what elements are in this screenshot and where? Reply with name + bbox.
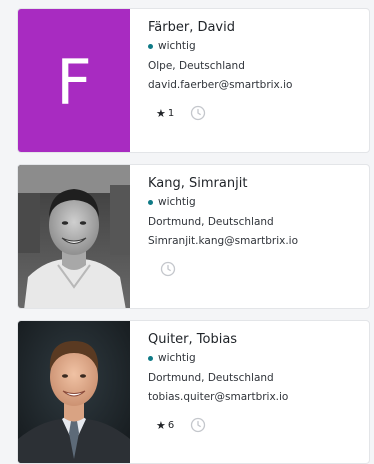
rating-badge: ★ 6	[156, 419, 174, 432]
contact-name[interactable]: Färber, David	[148, 19, 363, 37]
contact-list: F Färber, David wichtig Olpe, Deutschlan…	[0, 0, 374, 464]
contact-email[interactable]: tobias.quiter@smartbrix.io	[148, 389, 363, 406]
contact-tag: wichtig	[148, 38, 363, 54]
clock-icon[interactable]	[160, 261, 176, 277]
contact-info: Kang, Simranjit wichtig Dortmund, Deutsc…	[148, 175, 363, 278]
contact-info: Quiter, Tobias wichtig Dortmund, Deutsch…	[148, 331, 363, 434]
contact-name[interactable]: Kang, Simranjit	[148, 175, 363, 193]
rating-value: 1	[167, 107, 175, 119]
tag-dot-icon	[148, 199, 153, 205]
contact-info: Färber, David wichtig Olpe, Deutschland …	[148, 19, 363, 122]
star-icon: ★	[156, 106, 166, 120]
avatar	[18, 165, 130, 308]
contact-tag-label: wichtig	[158, 196, 196, 208]
contact-location: Olpe, Deutschland	[148, 60, 245, 72]
tag-dot-icon	[148, 355, 153, 361]
clock-icon[interactable]	[190, 417, 206, 433]
star-icon: ★	[156, 418, 166, 432]
avatar-photo	[18, 321, 130, 463]
contact-email[interactable]: Simranjit.kang@smartbrix.io	[148, 233, 363, 250]
contact-meta: ★ 1	[148, 104, 363, 122]
clock-icon[interactable]	[190, 105, 206, 121]
avatar-initial: F	[56, 45, 92, 119]
avatar	[18, 321, 130, 463]
contact-meta	[148, 260, 363, 278]
contact-tag-label: wichtig	[158, 40, 196, 52]
contact-location: Dortmund, Deutschland	[148, 372, 274, 384]
contact-tag: wichtig	[148, 350, 363, 366]
contact-meta: ★ 6	[148, 416, 363, 434]
rating-badge: ★ 1	[156, 107, 174, 120]
avatar: F	[18, 9, 130, 152]
tag-dot-icon	[148, 43, 153, 49]
contact-card[interactable]: Quiter, Tobias wichtig Dortmund, Deutsch…	[17, 320, 370, 464]
contact-location: Dortmund, Deutschland	[148, 216, 274, 228]
contact-card[interactable]: F Färber, David wichtig Olpe, Deutschlan…	[17, 8, 370, 153]
contact-card[interactable]: Kang, Simranjit wichtig Dortmund, Deutsc…	[17, 164, 370, 309]
contact-name[interactable]: Quiter, Tobias	[148, 331, 363, 349]
contact-email[interactable]: david.faerber@smartbrix.io	[148, 77, 363, 94]
avatar-photo	[18, 165, 130, 308]
contact-tag-label: wichtig	[158, 352, 196, 364]
rating-value: 6	[167, 419, 175, 431]
contact-tag: wichtig	[148, 194, 363, 210]
